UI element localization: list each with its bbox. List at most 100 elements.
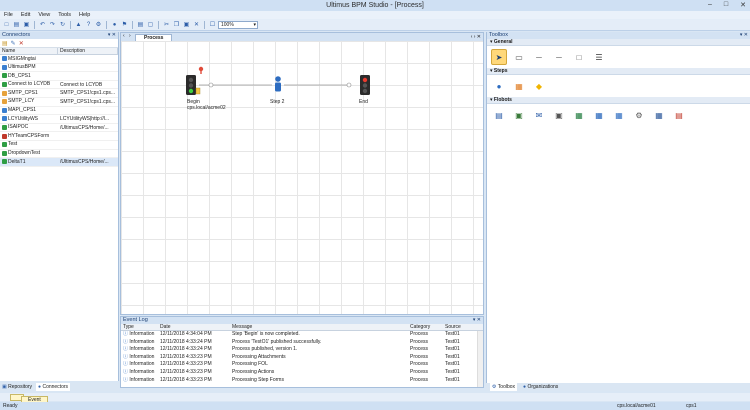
event-log-row[interactable]: ⓘ Information 12/11/2018 4:33:24 PM Proces…	[121, 346, 483, 354]
connector-row[interactable]: SMTP_LCY SMTP_CPS1!cps1.cps...	[0, 98, 118, 107]
event-log-row[interactable]: ⓘ Information 12/11/2018 4:33:23 PM Proces…	[121, 369, 483, 377]
delete-icon[interactable]: ✕	[192, 20, 201, 29]
minimize-icon[interactable]: –	[708, 1, 712, 9]
event-log-row[interactable]: ⓘ Information 12/11/2018 4:33:24 PM Proces…	[121, 339, 483, 347]
connector-row[interactable]: MSIGMngtai	[0, 55, 118, 64]
tab-organizations[interactable]: ● Organizations	[523, 383, 558, 391]
close-icon[interactable]: ✕	[740, 1, 746, 9]
printer-flobot-icon[interactable]: ▣	[511, 107, 527, 123]
col-name[interactable]: Name	[0, 48, 58, 54]
end-step[interactable]	[360, 75, 370, 95]
excel-flobot-icon[interactable]: ▦	[571, 107, 587, 123]
cut-icon[interactable]: ✂	[162, 20, 171, 29]
edit-connector-icon[interactable]: ✎	[11, 40, 16, 47]
decision-step-icon[interactable]: ◆	[531, 78, 547, 94]
tab-process[interactable]: Process	[135, 34, 173, 41]
paste-icon[interactable]: ▣	[182, 20, 191, 29]
zoom-select[interactable]: 100% ▾	[218, 20, 258, 29]
main-toolbar: □ ▤ ▣ ↶ ↷ ↻ ▲ ? ⚙ ● ⚑ ▤ ▢ ✂ ❐ ▣ ✕ ☐ 100%…	[0, 19, 750, 31]
save-icon[interactable]: ▣	[22, 20, 31, 29]
event-log-row[interactable]: ⓘ Information 12/11/2018 4:33:23 PM Proces…	[121, 354, 483, 362]
print-icon[interactable]: ▤	[136, 20, 145, 29]
section-steps[interactable]: ▾ Steps	[487, 68, 750, 75]
connector-row[interactable]: Connect to LCYDB Connect to LCYDB	[0, 81, 118, 90]
col-description[interactable]: Description	[58, 48, 118, 54]
copy-icon[interactable]: ❐	[172, 20, 181, 29]
event-log-row[interactable]: ⓘ Information 12/11/2018 4:33:23 PM Proces…	[121, 377, 483, 385]
link-tool-icon[interactable]: ─	[531, 49, 547, 65]
frame-tool-icon[interactable]: □	[571, 49, 587, 65]
connector-row[interactable]: LCYUtilityWS LCYUtilityWS|http://l...	[0, 115, 118, 124]
menu-help[interactable]: Help	[79, 12, 90, 18]
connector-name: DropdownTest	[8, 150, 40, 157]
database-flobot-icon[interactable]: ▣	[551, 107, 567, 123]
tab-connectors[interactable]: ● Connectors	[36, 383, 71, 391]
pointer-icon[interactable]: ➤	[491, 49, 507, 65]
panel-pin-icon[interactable]: ▾ ✕	[108, 32, 116, 39]
connector-row[interactable]: UltimusBPM	[0, 64, 118, 73]
connector-row[interactable]: SMTP_CPS1 SMTP_CPS1!cps1.cps...	[0, 89, 118, 98]
add-connector-icon[interactable]: ▤	[2, 40, 8, 47]
exchange-flobot-icon[interactable]: ▦	[611, 107, 627, 123]
publish-icon[interactable]: ▲	[74, 20, 83, 29]
step-2-node[interactable]	[275, 76, 281, 92]
redo-icon[interactable]: ↷	[48, 20, 57, 29]
chevron-right-icon[interactable]: ›	[129, 33, 131, 39]
tab-toolbox[interactable]: ⚙ Toolbox	[490, 383, 518, 391]
menu-view[interactable]: View	[38, 12, 50, 18]
event-log-row[interactable]: ⓘ Information 12/11/2018 4:34:04 PM Step '…	[121, 331, 483, 339]
event-log-scrollbar[interactable]	[477, 331, 483, 387]
delete-connector-icon[interactable]: ✕	[19, 40, 24, 47]
connector-row[interactable]: MAPI_CPS1	[0, 107, 118, 116]
panel-pin-icon[interactable]: ▾ ✕	[473, 317, 481, 324]
refresh-icon[interactable]: ↻	[58, 20, 67, 29]
menu-tools[interactable]: Tools	[58, 12, 71, 18]
open-folder-icon[interactable]: ▤	[12, 20, 21, 29]
chart-flobot-icon[interactable]: ▤	[491, 107, 507, 123]
group-step-icon[interactable]: ▦	[511, 78, 527, 94]
menu-file[interactable]: File	[4, 12, 13, 18]
connector-row[interactable]: ISAIPOC/UltimusCPS/Home/...	[0, 124, 118, 133]
close-document-icon[interactable]: ‹ › ✕	[471, 34, 481, 40]
user-step-icon[interactable]: ●	[491, 78, 507, 94]
process-canvas[interactable]: Begin cps.local/acme02 Step 2 End	[121, 41, 483, 314]
begin-step[interactable]	[186, 66, 204, 95]
textbox-tool-icon[interactable]: ▭	[511, 49, 527, 65]
undo-icon[interactable]: ↶	[38, 20, 47, 29]
event-date: 12/11/2018 4:33:24 PM	[160, 338, 212, 345]
email-flobot-icon[interactable]: ✉	[531, 107, 547, 123]
panel-pin-icon[interactable]: ▾ ✕	[740, 32, 748, 39]
col-category[interactable]: Category	[408, 324, 443, 330]
col-source[interactable]: Source	[443, 324, 473, 330]
connector-row[interactable]: Test	[0, 141, 118, 150]
webservice-flobot-icon[interactable]: ⚙	[631, 107, 647, 123]
flag-icon[interactable]: ⚑	[120, 20, 129, 29]
connector-row[interactable]: DropdownTest	[0, 150, 118, 159]
settings-icon[interactable]: ⚙	[94, 20, 103, 29]
section-flobots[interactable]: ▾ Flobots	[487, 97, 750, 104]
outlook-flobot-icon[interactable]: ▦	[591, 107, 607, 123]
section-general[interactable]: ▾ General	[487, 39, 750, 46]
help-icon[interactable]: ?	[84, 20, 93, 29]
menu-edit[interactable]: Edit	[21, 12, 30, 18]
new-icon[interactable]: □	[2, 20, 11, 29]
zoom-out-icon[interactable]: ☐	[208, 20, 217, 29]
connector-row[interactable]: DB_CPS1	[0, 72, 118, 81]
maximize-icon[interactable]: □	[724, 1, 728, 9]
lock-icon[interactable]: ●	[110, 20, 119, 29]
connector-tool-icon[interactable]: ─	[551, 49, 567, 65]
pdf-flobot-icon[interactable]: ▤	[671, 107, 687, 123]
list-tool-icon[interactable]: ☰	[591, 49, 607, 65]
tab-repository[interactable]: ▣ Repository	[2, 383, 32, 391]
event-log-row[interactable]: ⓘ Information 12/11/2018 4:33:23 PM Proces…	[121, 361, 483, 369]
connector-row[interactable]: HYTeamCPSForm	[0, 132, 118, 141]
tab-event-log[interactable]: ● Event Log	[10, 394, 48, 409]
connector-row[interactable]: DeltaT1/UltimusCPS/Home/...	[0, 158, 118, 167]
word-flobot-icon[interactable]: ▦	[651, 107, 667, 123]
preview-icon[interactable]: ▢	[146, 20, 155, 29]
col-date[interactable]: Date	[158, 324, 230, 330]
col-type[interactable]: Type	[121, 324, 158, 330]
chevron-left-icon[interactable]: ‹	[123, 33, 125, 39]
tab-connectors-label: Connectors	[42, 384, 69, 390]
col-message[interactable]: Message	[230, 324, 408, 330]
